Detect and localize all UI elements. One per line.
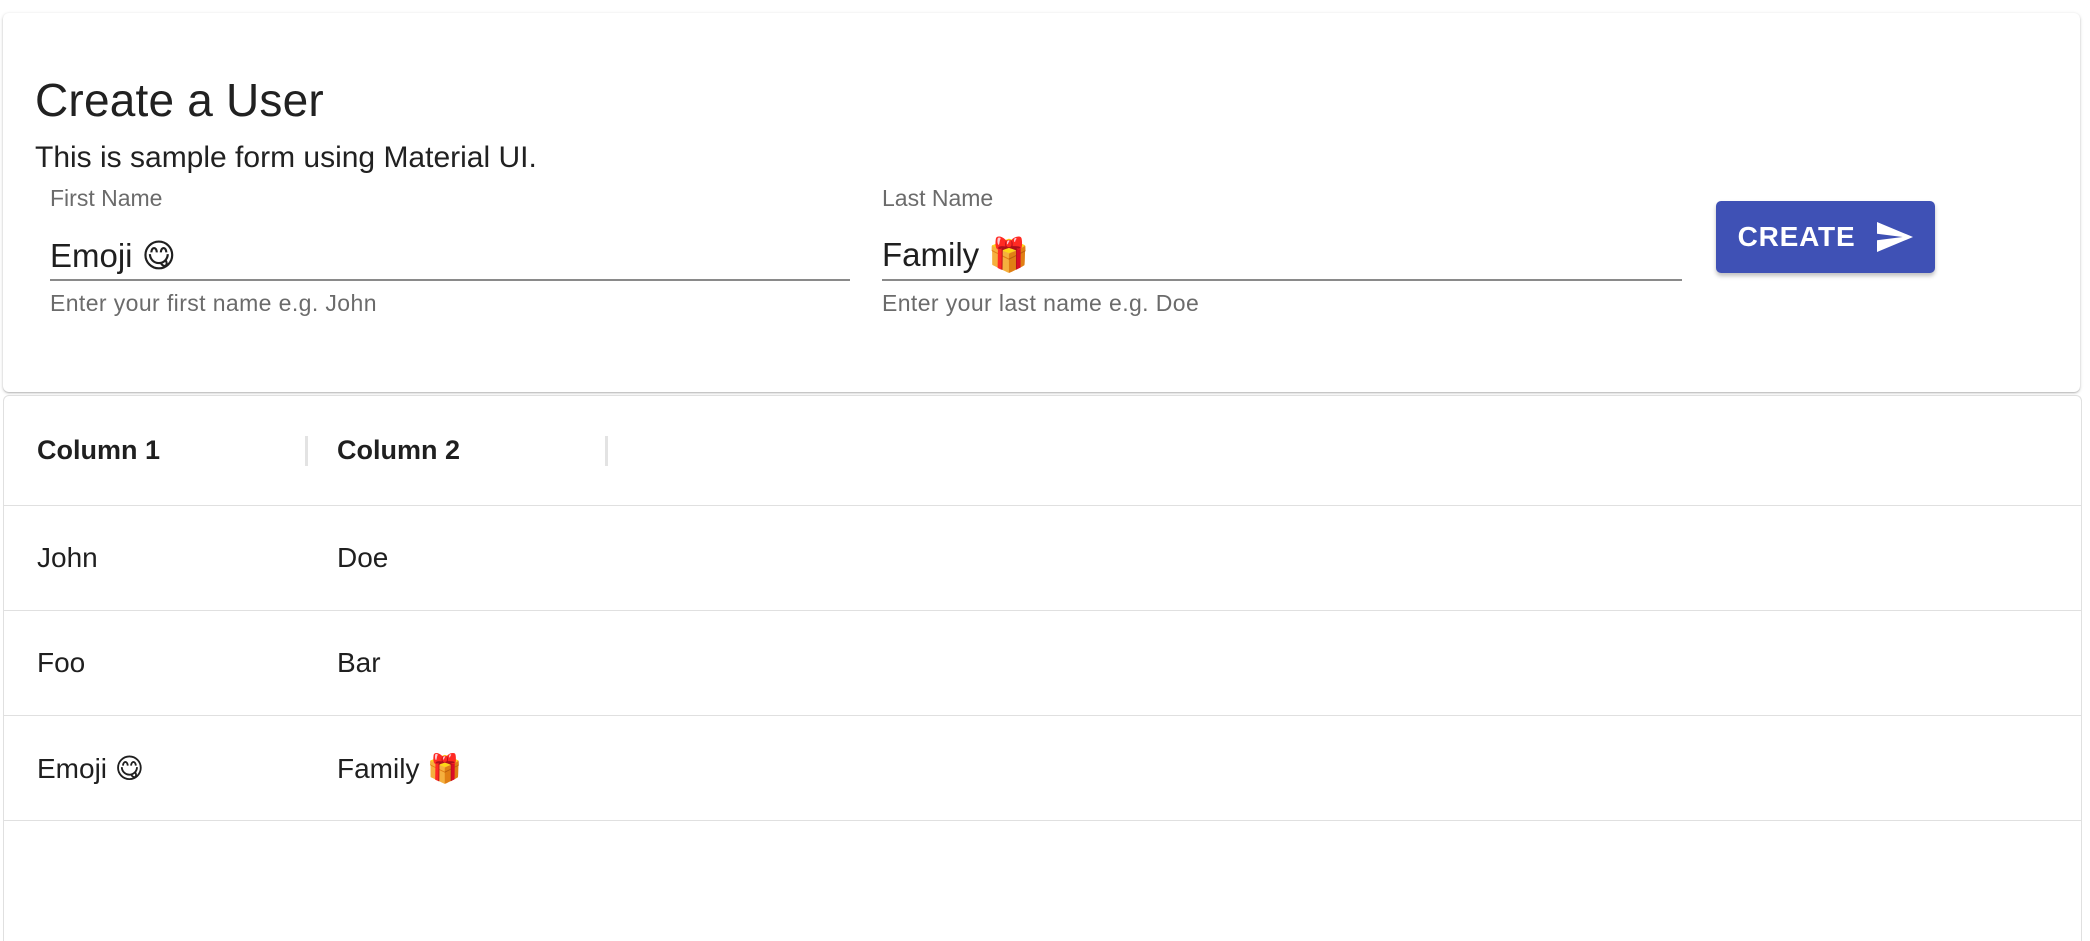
- column-header-2[interactable]: Column 2: [337, 396, 460, 505]
- create-button[interactable]: CREATE: [1716, 201, 1935, 273]
- grid-header: Column 1 Column 2: [4, 396, 2081, 506]
- create-button-label: CREATE: [1737, 221, 1856, 252]
- table-cell[interactable]: Bar: [337, 611, 381, 715]
- table-cell[interactable]: Doe: [337, 506, 388, 610]
- first-name-input[interactable]: [50, 231, 850, 281]
- users-data-grid: Column 1 Column 2 John Doe Foo Bar Emoji…: [3, 395, 2082, 941]
- table-cell[interactable]: John: [37, 506, 98, 610]
- column-separator[interactable]: [305, 436, 308, 466]
- last-name-field: Last Name Enter your last name e.g. Doe: [882, 185, 1682, 325]
- first-name-helper-text: Enter your first name e.g. John: [50, 290, 377, 316]
- column-separator[interactable]: [605, 436, 608, 466]
- last-name-input[interactable]: [882, 231, 1682, 281]
- first-name-field: First Name Enter your first name e.g. Jo…: [50, 185, 850, 325]
- page-title: Create a User: [35, 74, 324, 126]
- table-cell[interactable]: Emoji 😋: [37, 716, 144, 820]
- first-name-label: First Name: [50, 185, 163, 211]
- last-name-label: Last Name: [882, 185, 994, 211]
- table-row[interactable]: Foo Bar: [4, 611, 2081, 716]
- page-subtitle: This is sample form using Material UI.: [35, 141, 537, 174]
- table-row[interactable]: Emoji 😋 Family 🎁: [4, 716, 2081, 821]
- last-name-helper-text: Enter your last name e.g. Doe: [882, 290, 1200, 316]
- send-icon: [1877, 222, 1914, 252]
- create-user-form-card: Create a User This is sample form using …: [3, 13, 2080, 392]
- column-header-1[interactable]: Column 1: [37, 396, 160, 505]
- table-cell[interactable]: Foo: [37, 611, 85, 715]
- table-row[interactable]: John Doe: [4, 506, 2081, 611]
- table-cell[interactable]: Family 🎁: [337, 716, 462, 820]
